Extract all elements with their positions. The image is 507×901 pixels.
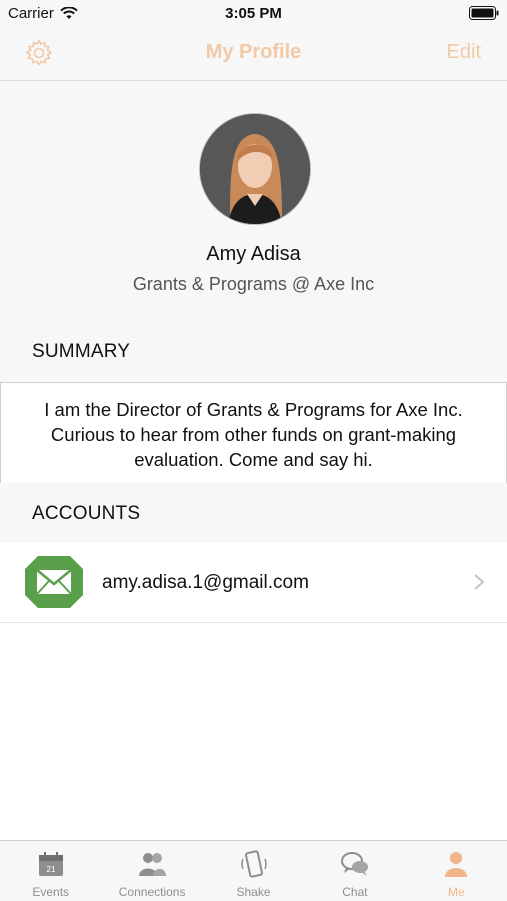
battery-icon [469, 6, 499, 20]
tab-shake[interactable]: Shake [203, 841, 304, 901]
phone-shake-icon [240, 850, 267, 878]
tab-events[interactable]: 21 Events [0, 841, 101, 901]
chat-bubbles-icon [340, 852, 368, 876]
mail-icon [25, 556, 83, 608]
accounts-heading: ACCOUNTS [32, 503, 141, 524]
person-icon [445, 852, 468, 877]
tab-events-label: Events [32, 885, 70, 899]
tab-shake-label: Shake [236, 885, 271, 899]
calendar-day: 21 [46, 865, 55, 874]
account-row-email[interactable]: amy.adisa.1@gmail.com [0, 543, 507, 623]
page-title: My Profile [205, 41, 302, 63]
account-email: amy.adisa.1@gmail.com [102, 572, 309, 593]
tab-connections[interactable]: Connections [101, 841, 202, 901]
navigation-bar: My Profile Edit [0, 28, 507, 81]
summary-box: I am the Director of Grants & Programs f… [0, 382, 507, 484]
edit-button[interactable]: Edit [447, 41, 481, 64]
profile-name: Amy Adisa [206, 243, 301, 265]
tab-chat-label: Chat [342, 885, 368, 899]
tab-me[interactable]: Me [406, 841, 507, 901]
tab-me-label: Me [447, 885, 465, 899]
status-bar: Carrier 3:05 PM [0, 0, 507, 28]
profile-photo [200, 114, 310, 224]
chevron-right-icon [474, 574, 485, 590]
accounts-section: ACCOUNTS [0, 483, 507, 543]
profile-role: Grants & Programs @ Axe Inc [132, 274, 375, 294]
summary-text: I am the Director of Grants & Programs f… [44, 399, 463, 470]
profile-header: Amy Adisa Grants & Programs @ Axe Inc SU… [0, 81, 507, 382]
calendar-icon: 21 [38, 852, 63, 876]
tab-connections-label: Connections [118, 885, 186, 899]
avatar [199, 113, 311, 225]
tab-chat[interactable]: Chat [304, 841, 405, 901]
people-icon [139, 853, 167, 876]
clock: 3:05 PM [225, 5, 282, 22]
tab-bar: 21 Events Connections Shake Chat Me [0, 840, 507, 901]
summary-heading: SUMMARY [32, 341, 131, 362]
